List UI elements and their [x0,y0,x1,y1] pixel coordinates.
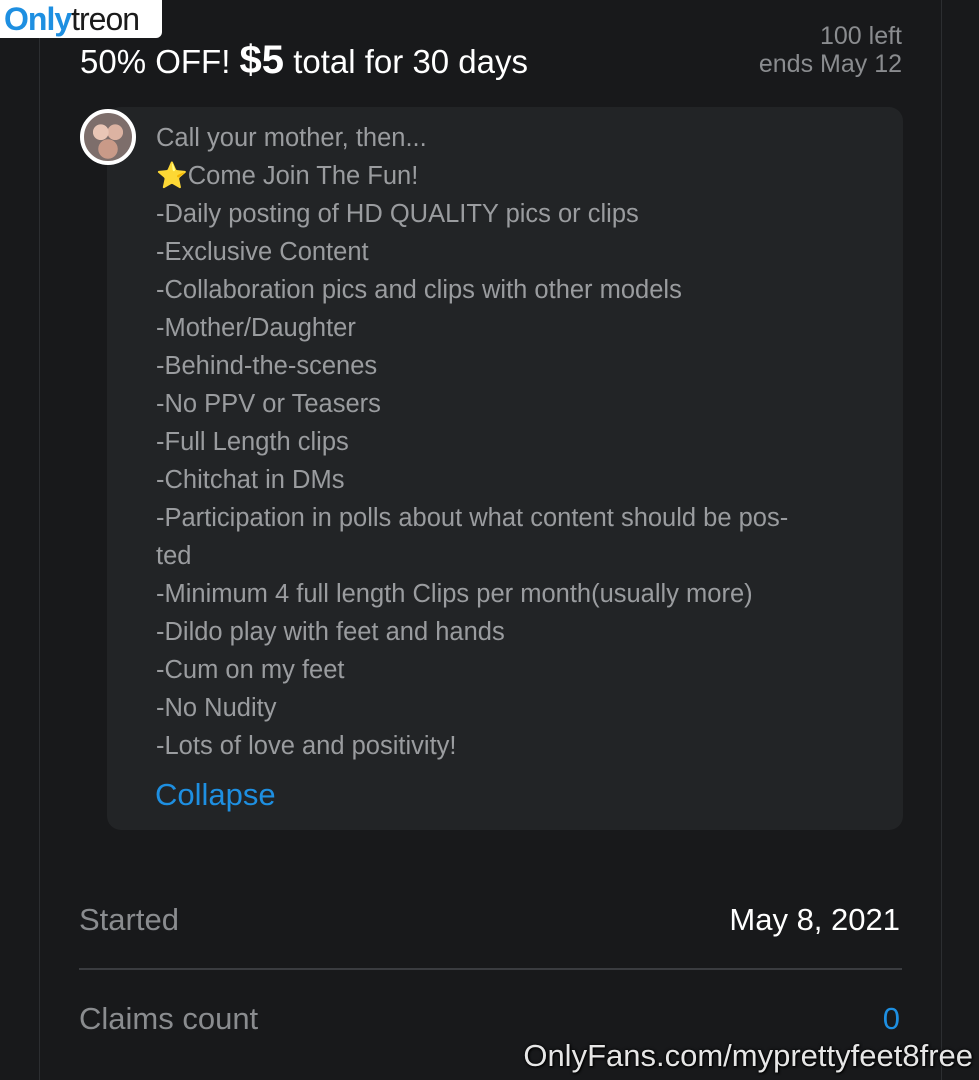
offer-remaining: 100 left [819,22,902,50]
star-icon: ⭐ [156,162,188,190]
claims-count-value[interactable]: 0 [883,999,900,1039]
logo-part-only: Only [4,1,72,37]
description-line: -Mother/Daughter [156,314,356,342]
description-line: -Lots of love and positivity! [156,732,457,760]
description-line: -Participation in polls about what conte… [156,504,789,532]
watermark: OnlyFans.com/myprettyfeet8free [523,1038,973,1073]
offer-title: 50% OFF! $5 total for 30 days [80,34,528,88]
description-line: -No PPV or Teasers [156,390,381,418]
description-line: ted [156,542,192,570]
description-line: -No Nudity [156,694,277,722]
description-line: Call your mother, then... [156,124,427,152]
description-line: -Exclusive Content [156,238,369,266]
description-line: -Collaboration pics and clips with other… [156,276,682,304]
description-line: -Dildo play with feet and hands [156,618,505,646]
collapse-link[interactable]: Collapse [155,776,276,814]
divider [79,968,902,970]
description-line: -Minimum 4 full length Clips per month(u… [156,580,753,608]
description-line: -Behind-the-scenes [156,352,378,380]
description-line: -Cum on my feet [156,656,345,684]
offer-ends: ends May 12 [758,50,902,78]
claims-count-label: Claims count [79,1001,259,1036]
description-line: -Chitchat in DMs [156,466,345,494]
site-logo: Only treon [0,0,162,38]
started-label: Started [79,902,179,937]
logo-part-treon: treon [71,1,140,37]
offer-price: $5 [239,38,285,82]
card-border-left [39,0,40,1080]
card-border-right [941,0,942,1080]
offer-description: Call your mother, then... ⭐Come Join The… [156,119,886,765]
started-value: May 8, 2021 [729,902,900,937]
description-line-text: Come Join The Fun! [187,162,419,190]
offer-meta: 100 left ends May 12 [759,22,902,78]
offer-title-suffix: total for 30 days [284,43,529,80]
description-line: -Daily posting of HD QUALITY pics or cli… [156,200,639,228]
description-line: -Full Length clips [156,428,349,456]
description-line: ⭐Come Join The Fun! [156,157,886,195]
offer-title-prefix: 50% OFF! [80,43,240,80]
avatar[interactable] [80,109,136,165]
